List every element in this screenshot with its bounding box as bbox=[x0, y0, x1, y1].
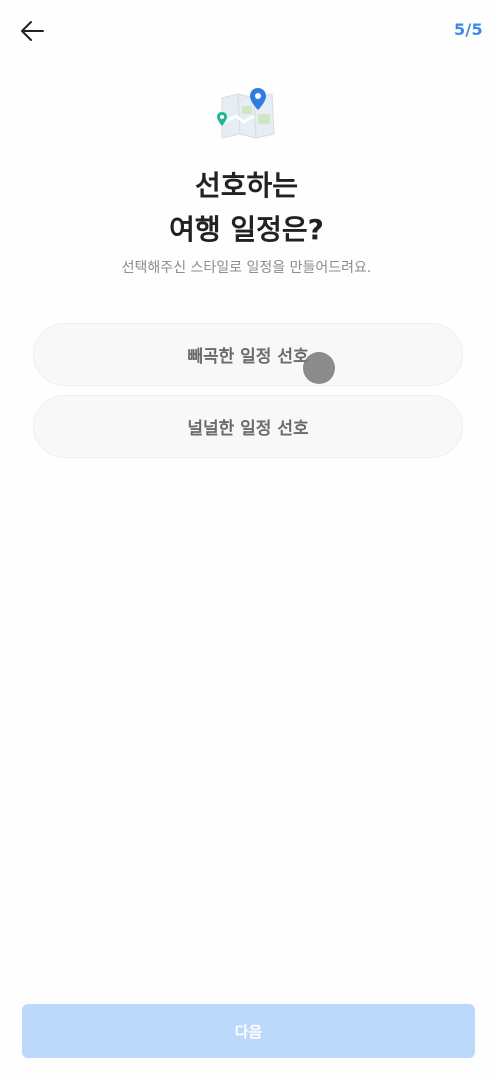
next-button-label: 다음 bbox=[234, 1022, 263, 1041]
back-button[interactable] bbox=[14, 14, 50, 48]
map-pin-icon bbox=[217, 88, 275, 139]
step-indicator: 5/5 bbox=[453, 20, 483, 39]
title-line-2: 여행 일정은? bbox=[169, 213, 324, 246]
option-label: 빼곡한 일정 선호 bbox=[187, 347, 309, 367]
option-relaxed-schedule[interactable]: 널널한 일정 선호 bbox=[33, 395, 463, 458]
page-subtitle: 선택해주신 스타일로 일정을 만들어드려요. bbox=[121, 260, 372, 276]
option-label: 널널한 일정 선호 bbox=[187, 419, 309, 439]
next-button[interactable]: 다음 bbox=[22, 1004, 475, 1058]
title-line-1: 선호하는 bbox=[194, 169, 299, 202]
page-title: 선호하는 여행 일정은? bbox=[0, 164, 493, 252]
arrow-left-icon bbox=[21, 21, 44, 41]
trip-style-screen: 5/5 선호하는 여행 일정은? 선택해주신 스타일로 일정을 만들어드려요. … bbox=[0, 0, 493, 1079]
option-packed-schedule[interactable]: 빼곡한 일정 선호 bbox=[33, 323, 463, 386]
